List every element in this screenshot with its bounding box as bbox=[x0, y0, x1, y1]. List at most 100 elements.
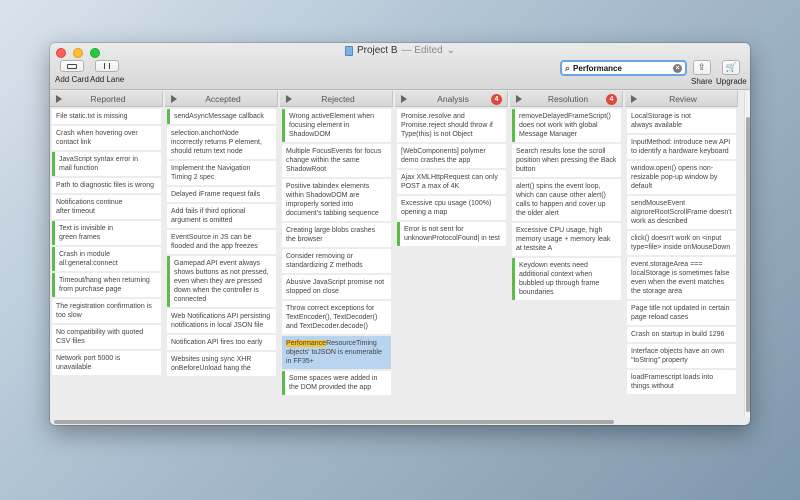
card[interactable]: Excessive CPU usage, high memory usage + … bbox=[512, 223, 621, 256]
card[interactable]: Implement the Navigation Timing 2 spec bbox=[167, 161, 276, 185]
card[interactable]: Some spaces were added in the DOM provide… bbox=[282, 371, 391, 395]
card[interactable]: PerformanceResourceTiming objects' toJSON… bbox=[282, 336, 391, 369]
card[interactable]: window.open() opens non-resizable pop-up… bbox=[627, 161, 736, 194]
card[interactable]: loadFramescript loads into things without bbox=[627, 370, 736, 394]
card[interactable]: Timeout/hang when returning from purchase… bbox=[52, 273, 161, 297]
card-text: Abusive JavaScript promise not bbox=[286, 279, 385, 286]
card[interactable]: Search results lose the scroll position w… bbox=[512, 144, 621, 177]
lane-header[interactable]: Resolution 4 bbox=[510, 91, 623, 107]
card-text: Websites using sync XHR bbox=[171, 356, 252, 363]
cart-icon[interactable]: 🛒 bbox=[722, 60, 741, 75]
card[interactable]: sendAsyncMessage callback bbox=[167, 109, 276, 124]
card[interactable]: Abusive JavaScript promise not stopped on… bbox=[282, 275, 391, 299]
search-field[interactable]: ⌕ Performance × bbox=[560, 60, 687, 76]
card[interactable]: Crash on startup in build 1296 bbox=[627, 327, 736, 342]
card[interactable]: Throw correct exceptions for TextEncoder(… bbox=[282, 301, 391, 334]
horizontal-scrollbar[interactable] bbox=[50, 417, 744, 425]
card-text: objects' toJSON is enumerable bbox=[286, 349, 382, 356]
card[interactable]: Page title not updated in certain page re… bbox=[627, 301, 736, 325]
edited-label[interactable]: — Edited bbox=[402, 45, 443, 56]
card[interactable]: Interface objects have an own "toString" … bbox=[627, 344, 736, 368]
lane-header[interactable]: Reported bbox=[50, 91, 163, 107]
clear-search-icon[interactable]: × bbox=[673, 63, 682, 73]
card-text: Web Notifications API persisting bbox=[171, 313, 271, 320]
card-text: Throw correct exceptions for bbox=[286, 305, 375, 312]
card[interactable]: Creating large blobs crashes the browser bbox=[282, 223, 391, 247]
card[interactable]: Path to diagnostic files is wrong bbox=[52, 178, 161, 193]
card[interactable]: LocalStorage is not always available bbox=[627, 109, 736, 133]
card-text: page reload cases bbox=[631, 314, 689, 321]
lane: Rejected Wrong activeElement when focusing… bbox=[280, 91, 393, 417]
card-text: selection.anchorNode bbox=[171, 130, 239, 137]
card[interactable]: Promise.resolve and Promise.reject should… bbox=[397, 109, 506, 142]
card[interactable]: [WebComponents] polymer demo crashes the … bbox=[397, 144, 506, 168]
card[interactable]: File static.txt is missing bbox=[52, 109, 161, 124]
card[interactable]: Network port 5000 is unavailable bbox=[52, 351, 161, 375]
card[interactable]: Web Notifications API persisting notifica… bbox=[167, 309, 276, 333]
upgrade-button[interactable]: 🛒 Upgrade bbox=[716, 60, 747, 86]
add-lane-icon[interactable] bbox=[95, 60, 120, 72]
vertical-scrollbar[interactable] bbox=[744, 91, 750, 417]
share-label: Share bbox=[691, 77, 713, 86]
card[interactable]: alert() spins the event loop, which can c… bbox=[512, 179, 621, 221]
card[interactable]: JavaScript syntax error in mail function bbox=[52, 152, 161, 176]
card[interactable]: Crash when hovering over contact link bbox=[52, 126, 161, 150]
card[interactable]: Multiple FocusEvents for focus change wit… bbox=[282, 144, 391, 177]
card[interactable]: selection.anchorNode incorrectly returns … bbox=[167, 126, 276, 159]
card[interactable]: Websites using sync XHR onBeforeUnload ha… bbox=[167, 352, 276, 376]
card-text: Promise.resolve and bbox=[401, 113, 465, 120]
card[interactable]: Text is invisible in green frames bbox=[52, 221, 161, 245]
card[interactable]: Consider removing or standardizing Z meth… bbox=[282, 249, 391, 273]
share-icon[interactable]: ⇪ bbox=[692, 60, 711, 75]
card[interactable]: Crash in module all:general:connect bbox=[52, 247, 161, 271]
card-text: demo crashes the app bbox=[401, 157, 471, 164]
app-window: Project B — Edited ⌄ Add Card Add Lane ⌕… bbox=[50, 43, 750, 425]
horizontal-scroll-thumb[interactable] bbox=[54, 420, 614, 424]
card[interactable]: Error is not sent for unknownProtocolFoun… bbox=[397, 222, 506, 246]
card-text: InputMethod: introduce new API bbox=[631, 139, 731, 146]
add-lane-button[interactable]: Add Lane bbox=[90, 60, 124, 84]
search-input[interactable]: Performance bbox=[573, 64, 673, 73]
card[interactable]: sendMouseEvent aIgnoreRootScrollFrame doe… bbox=[627, 196, 736, 229]
share-button[interactable]: ⇪ Share bbox=[691, 60, 712, 86]
card-text: unavailable bbox=[56, 364, 92, 371]
card-text: the DOM provided the app bbox=[289, 384, 372, 391]
card[interactable]: Wrong activeElement when focusing element… bbox=[282, 109, 391, 142]
card[interactable]: No compatibility with quoted CSV files bbox=[52, 325, 161, 349]
card-text: even when the event matches bbox=[631, 279, 725, 286]
card[interactable]: Notification API fires too early bbox=[167, 335, 276, 350]
vertical-scroll-thumb[interactable] bbox=[746, 117, 750, 412]
card[interactable]: Excessive cpu usage (100%) opening a map bbox=[397, 196, 506, 220]
card[interactable]: Positive tabindex elements within ShadowD… bbox=[282, 179, 391, 221]
card-text: Search results lose the scroll bbox=[516, 148, 606, 155]
card-text: JavaScript syntax error in bbox=[59, 156, 138, 163]
card-text: after timeout bbox=[56, 208, 95, 215]
card[interactable]: Gamepad API event always shows buttons as… bbox=[167, 256, 276, 307]
card[interactable]: click() doesn't work on <input type=file>… bbox=[627, 231, 736, 255]
card-text: aIgnoreRootScrollFrame doesn't bbox=[631, 209, 732, 216]
card-text: the older alert bbox=[516, 210, 559, 217]
lane-header[interactable]: Analysis 4 bbox=[395, 91, 508, 107]
card[interactable]: Notifications continue after timeout bbox=[52, 195, 161, 219]
lane-header[interactable]: Rejected bbox=[280, 91, 393, 107]
card[interactable]: Delayed iFrame request fails bbox=[167, 187, 276, 202]
card[interactable]: EventSource in JS can be flooded and the … bbox=[167, 230, 276, 254]
chevron-down-icon[interactable]: ⌄ bbox=[447, 45, 455, 56]
add-card-button[interactable]: Add Card bbox=[55, 60, 89, 84]
card-text: Path to diagnostic files is wrong bbox=[56, 182, 155, 189]
card[interactable]: event.storageArea === localStorage is som… bbox=[627, 257, 736, 299]
card-text: flooded and the app freezes bbox=[171, 243, 258, 250]
document-icon bbox=[344, 45, 353, 56]
card[interactable]: removeDelayedFrameScript() does not work … bbox=[512, 109, 621, 142]
card[interactable]: Add fails if third optional argument is o… bbox=[167, 204, 276, 228]
lane-header[interactable]: Accepted bbox=[165, 91, 278, 107]
card[interactable]: Ajax XMLHttpRequest can only POST a max o… bbox=[397, 170, 506, 194]
card[interactable]: Keydown events need additional context wh… bbox=[512, 258, 621, 300]
add-card-icon[interactable] bbox=[59, 60, 84, 72]
card[interactable]: InputMethod: introduce new API to identif… bbox=[627, 135, 736, 159]
card[interactable]: The registration confirmation is too slow bbox=[52, 299, 161, 323]
card-text: even when they are pressed bbox=[174, 278, 262, 285]
card-text: bubbled up through frame bbox=[519, 280, 600, 287]
card-text: default bbox=[631, 183, 653, 190]
lane-header[interactable]: Review bbox=[625, 91, 738, 107]
